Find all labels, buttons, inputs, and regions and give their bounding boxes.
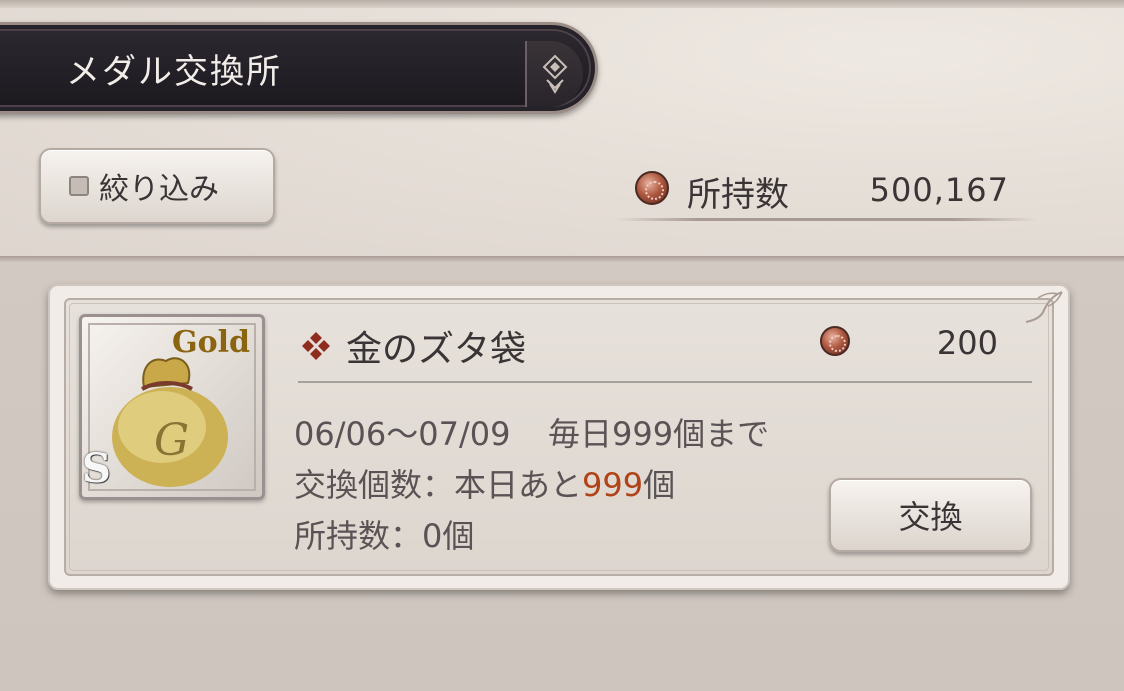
filter-label: 絞り込み xyxy=(99,172,219,207)
medal-icon xyxy=(635,171,669,205)
item-price: 200 xyxy=(936,324,998,362)
owned-underline xyxy=(615,218,1037,221)
item-rank: S xyxy=(82,445,111,492)
medal-icon xyxy=(820,326,850,356)
item-name: 金のズタ袋 xyxy=(346,329,527,370)
item-period: 06/06〜07/09 xyxy=(294,415,511,453)
owned-label: 所持数 xyxy=(687,175,789,215)
remaining-prefix: 交換個数：本日あと xyxy=(294,466,583,504)
item-gold-label: Gold xyxy=(172,325,251,360)
item-name-divider xyxy=(298,381,1032,383)
top-edge xyxy=(0,0,1124,8)
owned-value: 500,167 xyxy=(869,171,1009,209)
remaining-count: 999 xyxy=(582,466,644,504)
filter-button[interactable]: 絞り込み xyxy=(39,148,275,224)
remaining-suffix: 個 xyxy=(643,466,676,504)
four-diamond-icon xyxy=(302,332,330,360)
item-image[interactable]: G Gold S xyxy=(79,314,265,500)
corner-ornament-icon xyxy=(1025,291,1063,323)
item-held: 所持数：0個 xyxy=(294,517,475,555)
item-remaining: 交換個数：本日あと999個 xyxy=(294,460,675,506)
filter-checkbox[interactable] xyxy=(69,176,89,196)
svg-text:G: G xyxy=(154,415,189,466)
page-title: メダル交換所 xyxy=(66,52,282,92)
item-limit: 毎日999個まで xyxy=(548,415,770,453)
diamond-emblem-icon xyxy=(525,41,583,107)
exchange-button[interactable]: 交換 xyxy=(829,478,1032,552)
owned-medals: 所持数 500,167 xyxy=(615,165,1037,221)
